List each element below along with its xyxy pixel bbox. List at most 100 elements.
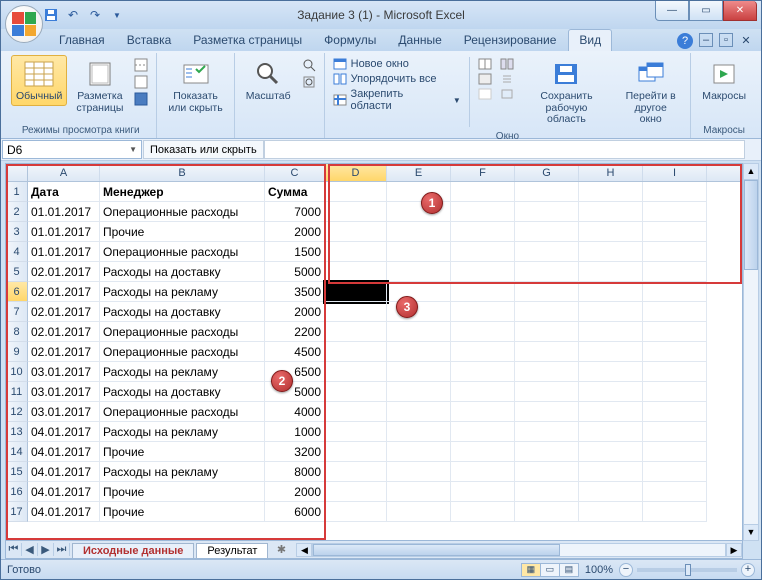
- cell[interactable]: [643, 262, 707, 282]
- view-side-button[interactable]: [498, 57, 516, 71]
- row-header[interactable]: 1: [6, 182, 28, 202]
- row-header[interactable]: 17: [6, 502, 28, 522]
- cell[interactable]: 04.01.2017: [28, 502, 100, 522]
- col-header-H[interactable]: H: [579, 164, 643, 181]
- row-header[interactable]: 11: [6, 382, 28, 402]
- cell[interactable]: 4000: [265, 402, 325, 422]
- close-button[interactable]: ✕: [723, 1, 757, 21]
- cell[interactable]: 04.01.2017: [28, 442, 100, 462]
- cell[interactable]: [451, 262, 515, 282]
- cell[interactable]: [325, 262, 387, 282]
- cell[interactable]: Расходы на рекламу: [100, 362, 265, 382]
- cell[interactable]: 01.01.2017: [28, 222, 100, 242]
- cell[interactable]: 5000: [265, 262, 325, 282]
- cell[interactable]: 02.01.2017: [28, 262, 100, 282]
- row-header[interactable]: 6: [6, 282, 28, 302]
- cell[interactable]: [387, 242, 451, 262]
- hscroll-track[interactable]: [312, 543, 726, 557]
- cell[interactable]: [579, 462, 643, 482]
- cell[interactable]: [579, 442, 643, 462]
- row-header[interactable]: 9: [6, 342, 28, 362]
- name-box[interactable]: D6 ▼: [2, 140, 142, 159]
- cell[interactable]: [325, 382, 387, 402]
- show-hide-button[interactable]: Показать или скрыть: [163, 55, 227, 117]
- cell[interactable]: [325, 482, 387, 502]
- cell[interactable]: [387, 262, 451, 282]
- spreadsheet-grid[interactable]: A B C D E F G H I 1ДатаМенеджерСумма201.…: [5, 163, 743, 541]
- row-header[interactable]: 7: [6, 302, 28, 322]
- cell[interactable]: [579, 182, 643, 202]
- cell[interactable]: [579, 262, 643, 282]
- row-header[interactable]: 16: [6, 482, 28, 502]
- cell[interactable]: [325, 222, 387, 242]
- cell[interactable]: Операционные расходы: [100, 242, 265, 262]
- page-break-preview-button[interactable]: [132, 57, 150, 73]
- cell[interactable]: [643, 282, 707, 302]
- cell[interactable]: [325, 282, 387, 302]
- cell[interactable]: [325, 342, 387, 362]
- cell[interactable]: [451, 482, 515, 502]
- cell[interactable]: Операционные расходы: [100, 342, 265, 362]
- zoom-in-button[interactable]: +: [741, 563, 755, 577]
- cell[interactable]: [643, 202, 707, 222]
- cell[interactable]: [387, 322, 451, 342]
- tab-home[interactable]: Главная: [49, 30, 115, 51]
- zoom-100-button[interactable]: [300, 57, 318, 73]
- cell[interactable]: [451, 502, 515, 522]
- save-workspace-button[interactable]: Сохранить рабочую область: [520, 55, 613, 129]
- cell[interactable]: [643, 442, 707, 462]
- cell[interactable]: [643, 502, 707, 522]
- cell[interactable]: [643, 462, 707, 482]
- scroll-right-button[interactable]: ▶: [726, 543, 742, 557]
- col-header-E[interactable]: E: [387, 164, 451, 181]
- cell[interactable]: 01.01.2017: [28, 242, 100, 262]
- cell[interactable]: [387, 282, 451, 302]
- zoom-selection-button[interactable]: [300, 74, 318, 90]
- cell[interactable]: Операционные расходы: [100, 322, 265, 342]
- cell[interactable]: [643, 382, 707, 402]
- cell[interactable]: [451, 382, 515, 402]
- col-header-F[interactable]: F: [451, 164, 515, 181]
- vertical-scrollbar[interactable]: ▲ ▼: [743, 163, 759, 541]
- scroll-down-button[interactable]: ▼: [744, 524, 758, 540]
- row-header[interactable]: 5: [6, 262, 28, 282]
- cell[interactable]: [515, 362, 579, 382]
- cell[interactable]: [387, 222, 451, 242]
- cell[interactable]: [643, 222, 707, 242]
- cell[interactable]: [579, 382, 643, 402]
- row-header[interactable]: 3: [6, 222, 28, 242]
- scroll-left-button[interactable]: ◀: [296, 543, 312, 557]
- split-button[interactable]: [476, 57, 494, 71]
- cell[interactable]: [643, 402, 707, 422]
- cell[interactable]: [325, 202, 387, 222]
- cell[interactable]: [451, 422, 515, 442]
- cell[interactable]: 03.01.2017: [28, 362, 100, 382]
- cell[interactable]: [579, 282, 643, 302]
- hscroll-thumb[interactable]: [313, 544, 560, 556]
- select-all-corner[interactable]: [6, 164, 28, 181]
- cell[interactable]: [643, 362, 707, 382]
- col-header-B[interactable]: B: [100, 164, 265, 181]
- cell[interactable]: [643, 422, 707, 442]
- sheet-tab-result[interactable]: Результат: [196, 543, 268, 558]
- cell[interactable]: [451, 182, 515, 202]
- sheet-first-button[interactable]: ⏮: [6, 543, 22, 556]
- view-normal-shortcut[interactable]: ▦: [521, 563, 541, 577]
- cell[interactable]: [325, 302, 387, 322]
- cell[interactable]: [451, 442, 515, 462]
- switch-windows-button[interactable]: Перейти в другое окно: [617, 55, 684, 129]
- cell[interactable]: 01.01.2017: [28, 202, 100, 222]
- cell[interactable]: [451, 282, 515, 302]
- sync-scroll-button[interactable]: [498, 72, 516, 86]
- cell[interactable]: [451, 322, 515, 342]
- cell[interactable]: [387, 362, 451, 382]
- cell[interactable]: 02.01.2017: [28, 302, 100, 322]
- cell[interactable]: Прочие: [100, 222, 265, 242]
- cell[interactable]: 2200: [265, 322, 325, 342]
- cell[interactable]: [515, 302, 579, 322]
- cell[interactable]: Прочие: [100, 482, 265, 502]
- cell[interactable]: [387, 462, 451, 482]
- cell[interactable]: [387, 482, 451, 502]
- cell[interactable]: [579, 402, 643, 422]
- cell[interactable]: [325, 402, 387, 422]
